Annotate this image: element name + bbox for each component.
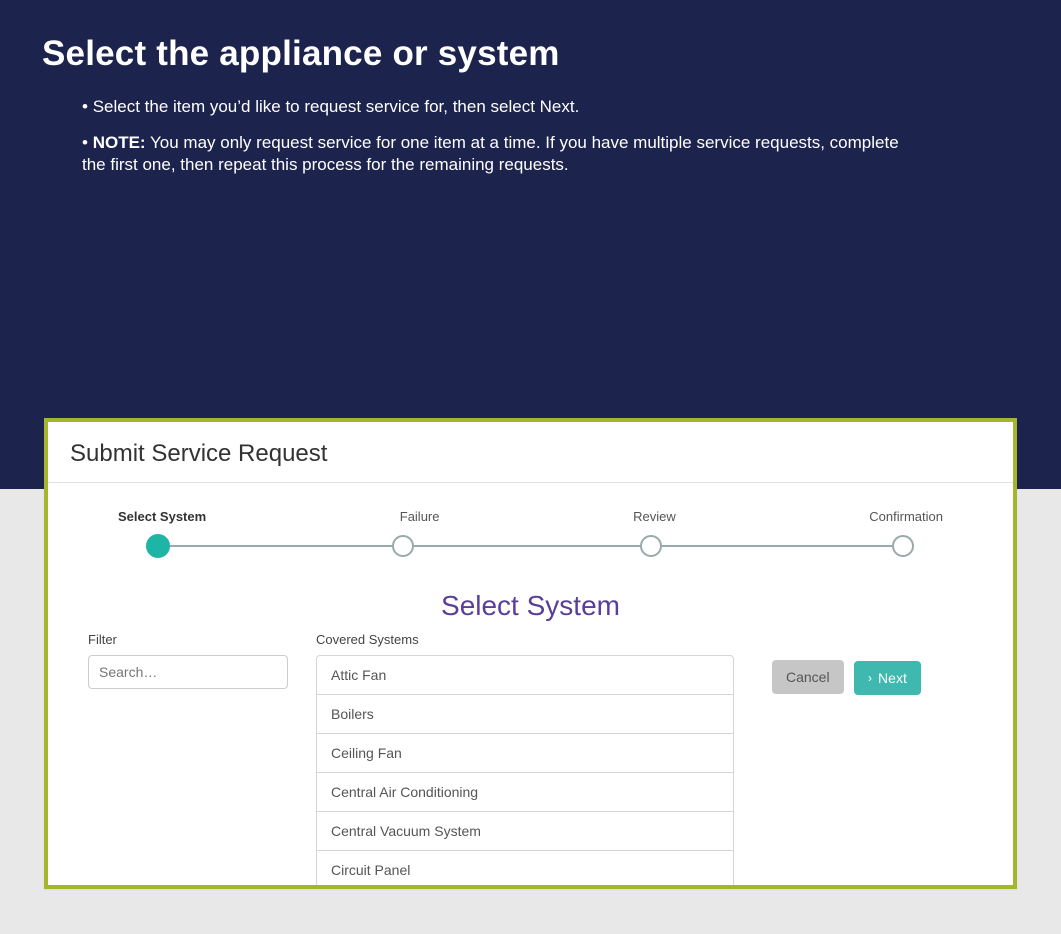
step-label-review: Review [633, 509, 676, 524]
step-dot-3 [640, 535, 662, 557]
list-item[interactable]: Circuit Panel [317, 851, 733, 889]
note-text: You may only request service for one ite… [82, 133, 899, 174]
step-label-select-system: Select System [118, 509, 206, 524]
step-label-failure: Failure [400, 509, 440, 524]
stepper-track [118, 534, 943, 558]
search-input[interactable] [88, 655, 288, 689]
systems-list: Attic Fan Boilers Ceiling Fan Central Ai… [316, 655, 734, 889]
page-title: Select the appliance or system [42, 34, 1019, 74]
step-dot-1 [146, 534, 170, 558]
next-button-label: Next [878, 670, 907, 686]
instruction-line-2: • NOTE: You may only request service for… [82, 132, 917, 176]
instruction-line-1: • Select the item you’d like to request … [82, 96, 917, 118]
list-item[interactable]: Boilers [317, 695, 733, 734]
list-item[interactable]: Central Vacuum System [317, 812, 733, 851]
systems-column: Covered Systems Attic Fan Boilers Ceilin… [316, 632, 734, 889]
section-heading: Select System [48, 590, 1013, 622]
cancel-button[interactable]: Cancel [772, 660, 844, 694]
instructions-block: • Select the item you’d like to request … [82, 96, 917, 176]
body-row: Filter Covered Systems Attic Fan Boilers… [48, 632, 1013, 889]
systems-label: Covered Systems [316, 632, 734, 647]
note-label: NOTE: [93, 133, 146, 152]
actions-column: Cancel › Next [762, 632, 973, 695]
step-dot-2 [392, 535, 414, 557]
list-item[interactable]: Attic Fan [317, 656, 733, 695]
chevron-right-icon: › [868, 672, 872, 684]
stepper-labels: Select System Failure Review Confirmatio… [118, 509, 943, 524]
list-item[interactable]: Central Air Conditioning [317, 773, 733, 812]
step-label-confirmation: Confirmation [869, 509, 943, 524]
stepper-line [158, 545, 903, 547]
filter-label: Filter [88, 632, 288, 647]
list-item[interactable]: Ceiling Fan [317, 734, 733, 773]
step-dot-4 [892, 535, 914, 557]
instruction-line-1-text: Select the item you’d like to request se… [93, 97, 580, 116]
panel-title: Submit Service Request [48, 422, 1013, 483]
filter-column: Filter [88, 632, 288, 689]
next-button[interactable]: › Next [854, 661, 921, 695]
dark-header-band: Select the appliance or system • Select … [0, 0, 1061, 489]
progress-stepper: Select System Failure Review Confirmatio… [48, 509, 1013, 558]
embedded-screenshot-frame: Submit Service Request Select System Fai… [44, 418, 1017, 889]
